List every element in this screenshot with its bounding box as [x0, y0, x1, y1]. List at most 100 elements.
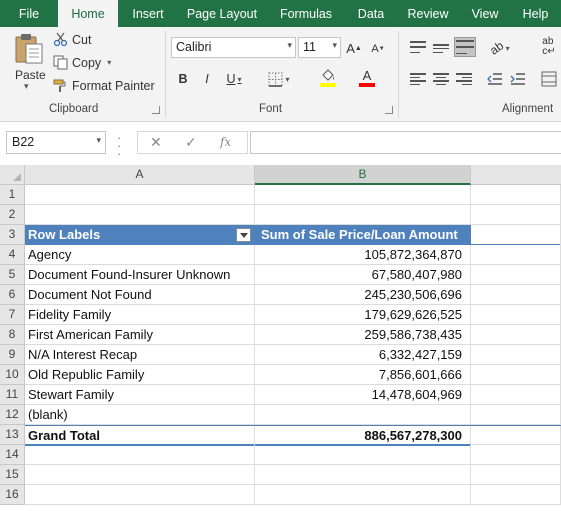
- row-value[interactable]: 105,872,364,870: [255, 245, 471, 265]
- cell-c9[interactable]: [471, 345, 561, 365]
- cell-b15[interactable]: [255, 465, 471, 485]
- row-label[interactable]: Stewart Family: [25, 385, 255, 405]
- row-label[interactable]: Agency: [25, 245, 255, 265]
- formula-input[interactable]: [250, 131, 561, 154]
- font-launcher-icon[interactable]: [385, 106, 393, 114]
- align-left-button[interactable]: [409, 71, 427, 87]
- select-all-button[interactable]: [0, 165, 25, 185]
- cell-a1[interactable]: [25, 185, 255, 205]
- clipboard-launcher-icon[interactable]: [152, 106, 160, 114]
- row-header[interactable]: 14: [0, 445, 25, 465]
- italic-button[interactable]: I: [199, 70, 215, 88]
- row-header[interactable]: 12: [0, 405, 25, 425]
- row-header[interactable]: 7: [0, 305, 25, 325]
- cell-c15[interactable]: [471, 465, 561, 485]
- row-label[interactable]: First American Family: [25, 325, 255, 345]
- row-header[interactable]: 13: [0, 425, 25, 445]
- increase-indent-button[interactable]: [509, 71, 527, 87]
- tab-review[interactable]: Review: [396, 0, 460, 27]
- row-header[interactable]: 15: [0, 465, 25, 485]
- row-header[interactable]: 5: [0, 265, 25, 285]
- sum-header[interactable]: Sum of Sale Price/Loan Amount: [255, 225, 471, 245]
- row-header[interactable]: 6: [0, 285, 25, 305]
- cell-c12[interactable]: [471, 405, 561, 425]
- row-header[interactable]: 4: [0, 245, 25, 265]
- tab-help[interactable]: Help: [510, 0, 561, 27]
- cell-c8[interactable]: [471, 325, 561, 345]
- grow-font-button[interactable]: A ▲: [346, 39, 362, 57]
- underline-button[interactable]: U ▾: [222, 70, 246, 88]
- row-header[interactable]: 2: [0, 205, 25, 225]
- cell-c3[interactable]: [471, 225, 561, 245]
- tab-file[interactable]: File: [0, 0, 58, 27]
- row-label[interactable]: Document Not Found: [25, 285, 255, 305]
- cell-a16[interactable]: [25, 485, 255, 505]
- row-header[interactable]: 9: [0, 345, 25, 365]
- orientation-button[interactable]: ab ▾: [485, 38, 515, 57]
- cell-c7[interactable]: [471, 305, 561, 325]
- tab-insert[interactable]: Insert: [118, 0, 178, 27]
- cell-a2[interactable]: [25, 205, 255, 225]
- copy-button[interactable]: Copy ▾: [53, 55, 111, 70]
- tab-view[interactable]: View: [460, 0, 510, 27]
- tab-home[interactable]: Home: [58, 0, 118, 27]
- cell-c10[interactable]: [471, 365, 561, 385]
- cell-a14[interactable]: [25, 445, 255, 465]
- wrap-text-button[interactable]: ab c↵: [540, 37, 558, 57]
- row-header[interactable]: 3: [0, 225, 25, 245]
- insert-function-icon[interactable]: fx: [220, 135, 231, 149]
- row-value[interactable]: 6,332,427,159: [255, 345, 471, 365]
- check-icon[interactable]: ✓: [185, 134, 197, 151]
- row-labels-header[interactable]: Row Labels: [25, 225, 255, 245]
- cell-b1[interactable]: [255, 185, 471, 205]
- top-align-button[interactable]: [409, 39, 427, 55]
- middle-align-button[interactable]: [432, 39, 450, 55]
- align-right-button[interactable]: [455, 71, 473, 87]
- format-painter-button[interactable]: Format Painter: [53, 78, 155, 93]
- row-value[interactable]: 259,586,738,435: [255, 325, 471, 345]
- cell-c13[interactable]: [471, 426, 561, 446]
- shrink-font-button[interactable]: A ▼: [370, 41, 386, 57]
- cell-c1[interactable]: [471, 185, 561, 205]
- row-label[interactable]: N/A Interest Recap: [25, 345, 255, 365]
- cell-b2[interactable]: [255, 205, 471, 225]
- row-value[interactable]: 245,230,506,696: [255, 285, 471, 305]
- column-header-a[interactable]: A: [25, 165, 255, 185]
- bold-button[interactable]: B: [175, 70, 191, 88]
- row-header[interactable]: 1: [0, 185, 25, 205]
- column-header-c[interactable]: [471, 165, 561, 185]
- row-header[interactable]: 16: [0, 485, 25, 505]
- font-name-select[interactable]: Calibri ▾: [171, 37, 296, 58]
- row-value[interactable]: 179,629,626,525: [255, 305, 471, 325]
- cell-c2[interactable]: [471, 205, 561, 225]
- font-size-select[interactable]: 11 ▾: [298, 37, 341, 58]
- name-box[interactable]: B22 ▾: [6, 131, 106, 154]
- row-value[interactable]: 14,478,604,969: [255, 385, 471, 405]
- row-value[interactable]: [255, 405, 471, 425]
- row-label[interactable]: Fidelity Family: [25, 305, 255, 325]
- cell-c16[interactable]: [471, 485, 561, 505]
- cell-c6[interactable]: [471, 285, 561, 305]
- tab-data[interactable]: Data: [346, 0, 396, 27]
- cell-c11[interactable]: [471, 385, 561, 405]
- cell-c4[interactable]: [471, 245, 561, 265]
- row-value[interactable]: 7,856,601,666: [255, 365, 471, 385]
- filter-dropdown-icon[interactable]: [236, 228, 251, 242]
- grand-total-value[interactable]: 886,567,278,300: [255, 426, 471, 446]
- merge-center-button[interactable]: [540, 70, 558, 88]
- borders-button[interactable]: ▾: [264, 70, 294, 88]
- cell-c14[interactable]: [471, 445, 561, 465]
- cell-c5[interactable]: [471, 265, 561, 285]
- bottom-align-button[interactable]: [454, 37, 476, 57]
- align-center-button[interactable]: [432, 71, 450, 87]
- row-label[interactable]: Old Republic Family: [25, 365, 255, 385]
- decrease-indent-button[interactable]: [486, 71, 504, 87]
- column-header-b[interactable]: B: [255, 165, 471, 185]
- cell-b16[interactable]: [255, 485, 471, 505]
- cell-a15[interactable]: [25, 465, 255, 485]
- fill-color-button[interactable]: [312, 67, 344, 89]
- vertical-dots-icon[interactable]: · · ·: [117, 130, 122, 160]
- row-header[interactable]: 8: [0, 325, 25, 345]
- tab-page-layout[interactable]: Page Layout: [178, 0, 266, 27]
- row-label[interactable]: (blank): [25, 405, 255, 425]
